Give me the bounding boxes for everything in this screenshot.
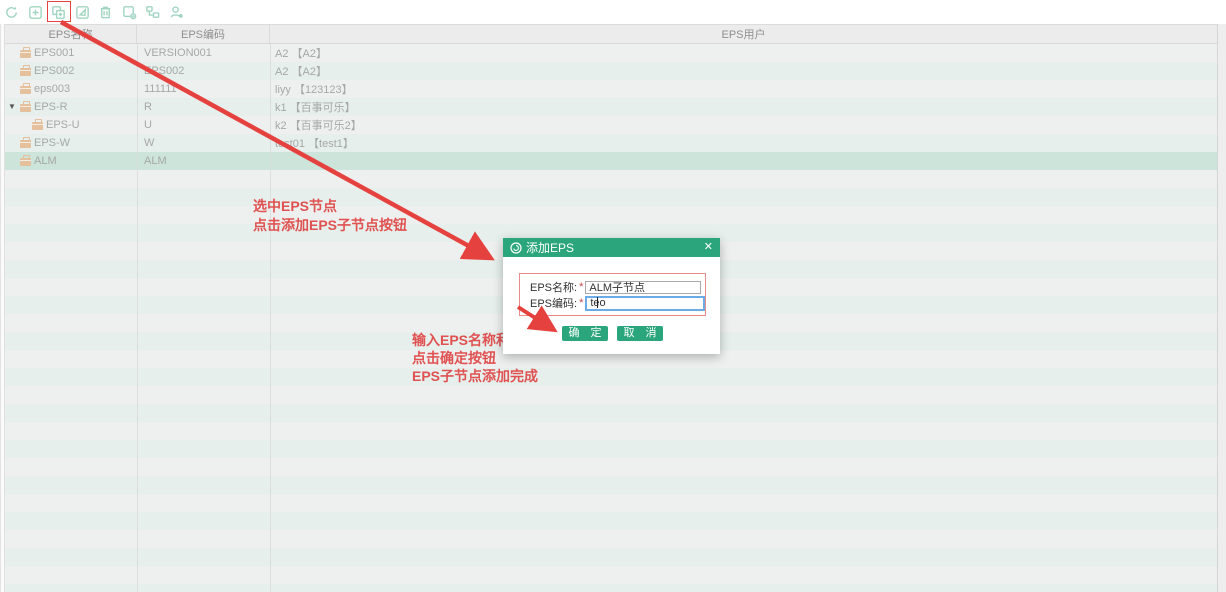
eps-code: U [137, 119, 270, 131]
table-row-eps-u[interactable]: EPS-U U k2 【百事可乐2】 [5, 116, 1217, 134]
eps-node-icon [32, 122, 43, 130]
table-row-eps-r[interactable]: ▼ EPS-R R k1 【百事可乐】 [5, 98, 1217, 116]
eps-name: EPS001 [34, 47, 74, 59]
eps-user: k1 【百事可乐】 [270, 99, 1217, 115]
dialog-title-icon [510, 242, 522, 254]
eps-node-icon [20, 158, 31, 166]
eps-node-icon [20, 86, 31, 94]
eps-code: 111111 [137, 83, 270, 95]
eps-name: eps003 [34, 83, 70, 95]
column-header-eps-name[interactable]: EPS名称 [5, 25, 137, 43]
eps-management-screen: EPS名称 EPS编码 EPS用户 EPS001 VERSION001 A2 【… [0, 0, 1226, 592]
eps-user: A2 【A2】 [270, 63, 1217, 79]
eps-code-label: EPS编码: [530, 295, 577, 311]
table-row-eps003[interactable]: eps003 111111 liyy 【123123】 [5, 80, 1217, 98]
eps-user: liyy 【123123】 [270, 81, 1217, 97]
eps-name-field-row: EPS名称: * [530, 279, 701, 295]
eps-code: VERSION001 [137, 47, 270, 59]
vertical-scrollbar[interactable] [1217, 24, 1226, 592]
assign-users-icon[interactable] [121, 3, 138, 21]
annotation-line: EPS子节点添加完成 [412, 367, 538, 385]
column-header-eps-code[interactable]: EPS编码 [137, 25, 270, 43]
column-separator [137, 44, 138, 592]
eps-code-input[interactable] [585, 296, 705, 311]
column-header-eps-user[interactable]: EPS用户 [270, 25, 1217, 43]
refresh-icon[interactable] [3, 3, 20, 21]
add-user-icon[interactable] [168, 3, 185, 21]
add-eps-icon[interactable] [27, 3, 44, 21]
eps-code-field-row: EPS编码: * [530, 295, 705, 311]
delete-eps-icon[interactable] [97, 3, 114, 21]
table-row-eps002[interactable]: EPS002 EPS002 A2 【A2】 [5, 62, 1217, 80]
eps-name: EPS-W [34, 137, 70, 149]
eps-node-icon [20, 68, 31, 76]
eps-user: A2 【A2】 [270, 45, 1217, 61]
eps-code: EPS002 [137, 65, 270, 77]
table-row-eps001[interactable]: EPS001 VERSION001 A2 【A2】 [5, 44, 1217, 62]
table-header: EPS名称 EPS编码 EPS用户 [5, 24, 1217, 44]
close-icon[interactable]: ✕ [704, 240, 713, 255]
eps-code: R [137, 101, 270, 113]
eps-node-icon [20, 140, 31, 148]
eps-code: W [137, 137, 270, 149]
expand-arrow-icon[interactable]: ▼ [8, 98, 20, 116]
eps-node-icon [20, 50, 31, 58]
empty-rows-area [5, 170, 1217, 592]
eps-name: ALM [34, 155, 57, 167]
edit-eps-icon[interactable] [74, 3, 91, 21]
confirm-button[interactable]: 确 定 [562, 326, 608, 341]
eps-user: k2 【百事可乐2】 [270, 117, 1217, 133]
eps-name: EPS-U [46, 119, 80, 131]
highlight-box-add-child-button [47, 1, 71, 22]
annotation-line: 选中EPS节点 [253, 197, 407, 216]
eps-code: ALM [137, 155, 270, 167]
eps-name-input[interactable] [585, 281, 701, 294]
eps-name: EPS-R [34, 101, 68, 113]
required-mark: * [579, 281, 583, 293]
dialog-title: 添加EPS [526, 239, 574, 256]
table-row-eps-w[interactable]: EPS-W W test01 【test1】 [5, 134, 1217, 152]
eps-name: EPS002 [34, 65, 74, 77]
annotation-select-node: 选中EPS节点 点击添加EPS子节点按钮 [253, 197, 407, 235]
eps-node-icon [20, 104, 31, 112]
dialog-title-bar[interactable]: 添加EPS ✕ [503, 238, 720, 257]
table-row-alm-selected[interactable]: ALM ALM [5, 152, 1217, 170]
move-node-icon[interactable] [144, 3, 161, 21]
eps-name-label: EPS名称: [530, 279, 577, 295]
required-mark: * [579, 297, 583, 309]
column-separator [270, 44, 271, 592]
text-caret [597, 297, 598, 308]
toolbar [0, 0, 1226, 24]
cancel-button[interactable]: 取 消 [617, 326, 663, 341]
eps-user: test01 【test1】 [270, 135, 1217, 151]
annotation-line: 点击添加EPS子节点按钮 [253, 216, 407, 235]
add-eps-dialog: 添加EPS ✕ EPS名称: * EPS编码: * 确 定 取 消 [503, 238, 720, 354]
